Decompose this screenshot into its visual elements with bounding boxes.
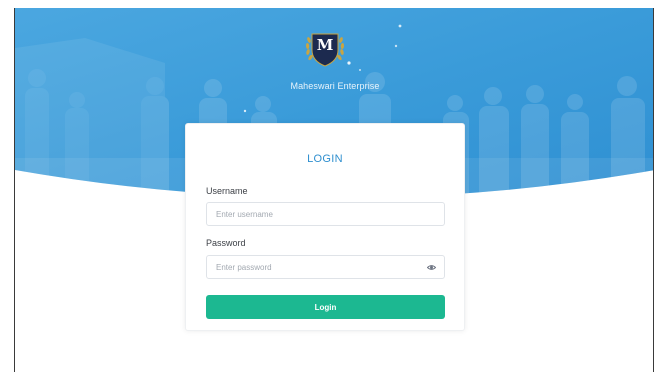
- login-title: LOGIN: [307, 153, 343, 165]
- username-field: [206, 202, 445, 226]
- app-window: M Maheswari Enterprise LOGIN Username Pa…: [14, 8, 654, 372]
- brand-name: Maheswari Enterprise: [290, 81, 380, 91]
- username-label: Username: [206, 186, 248, 196]
- eye-icon[interactable]: [427, 263, 436, 272]
- login-button[interactable]: Login: [206, 295, 445, 319]
- username-input[interactable]: [207, 203, 416, 225]
- login-card: LOGIN Username Password Login: [185, 123, 465, 331]
- logo-letter: M: [316, 36, 334, 54]
- password-input[interactable]: [207, 256, 416, 278]
- password-field: [206, 255, 445, 279]
- password-label: Password: [206, 238, 246, 248]
